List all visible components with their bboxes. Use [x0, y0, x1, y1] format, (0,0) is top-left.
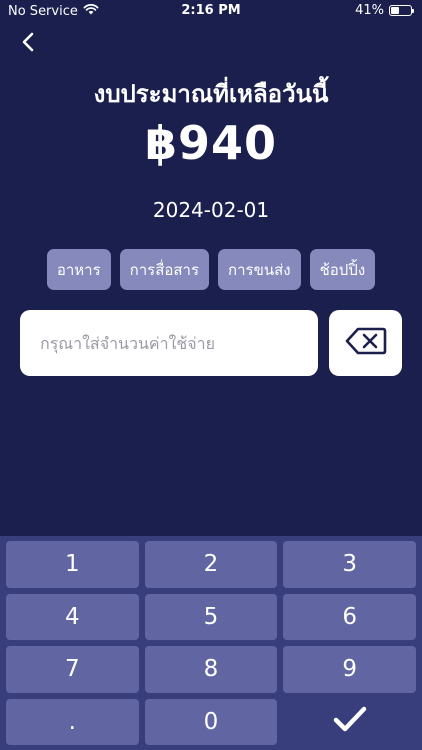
- category-chip-transport[interactable]: การขนส่ง: [218, 249, 301, 290]
- battery-icon: [389, 5, 414, 16]
- key-decimal[interactable]: .: [6, 698, 139, 745]
- key-8[interactable]: 8: [144, 646, 278, 693]
- category-chip-shopping[interactable]: ช้อปปิ้ง: [309, 249, 376, 290]
- delete-button[interactable]: [329, 310, 402, 376]
- key-1[interactable]: 1: [6, 541, 139, 588]
- battery-fill: [391, 7, 399, 14]
- expense-amount-input[interactable]: [20, 310, 318, 376]
- page-title: งบประมาณที่เหลือวันนี้: [93, 80, 329, 108]
- battery-percent: 41%: [355, 3, 384, 18]
- key-4[interactable]: 4: [6, 593, 139, 640]
- category-chip-food[interactable]: อาหาร: [46, 249, 111, 290]
- key-2[interactable]: 2: [144, 541, 278, 588]
- confirm-button[interactable]: [283, 699, 416, 746]
- key-0[interactable]: 0: [144, 698, 278, 745]
- status-right: 41%: [355, 3, 414, 18]
- key-3[interactable]: 3: [283, 541, 416, 588]
- number-keypad: 1 2 3 4 5 6 7 8 9 . 0: [0, 536, 422, 750]
- key-9[interactable]: 9: [283, 646, 416, 693]
- remaining-budget-amount: ฿940: [144, 116, 278, 170]
- back-button[interactable]: [14, 30, 42, 58]
- checkmark-icon: [333, 705, 367, 739]
- chevron-left-icon: [21, 32, 35, 56]
- key-7[interactable]: 7: [6, 646, 139, 693]
- key-6[interactable]: 6: [283, 593, 416, 640]
- budget-date: 2024-02-01: [152, 198, 270, 222]
- category-chips: อาหาร การสื่อสาร การขนส่ง ช้อปปิ้ง: [0, 249, 422, 290]
- backspace-icon: [345, 326, 387, 360]
- key-5[interactable]: 5: [144, 593, 278, 640]
- category-chip-communication[interactable]: การสื่อสาร: [119, 249, 210, 290]
- status-bar: No Service 2:16 PM 41%: [0, 0, 422, 22]
